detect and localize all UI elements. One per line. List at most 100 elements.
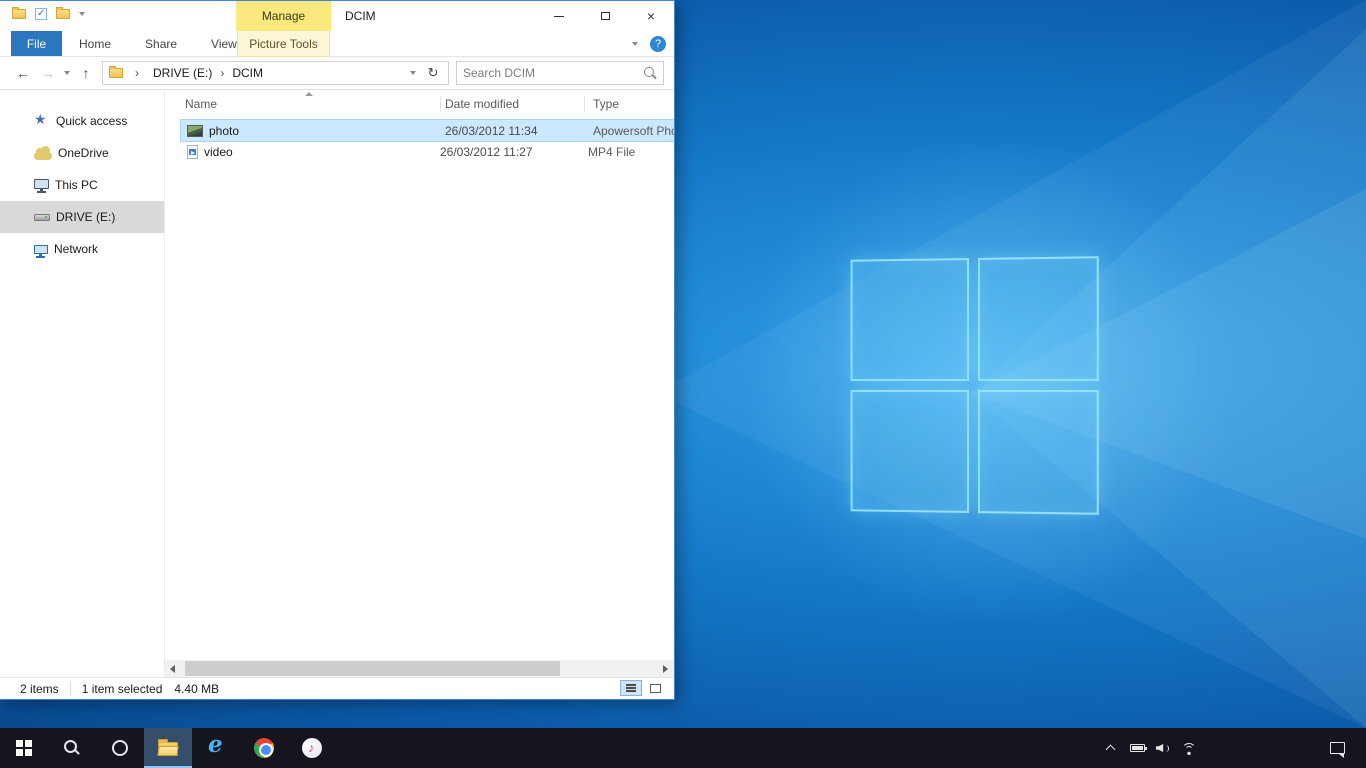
- volume-button[interactable]: [1150, 728, 1176, 768]
- breadcrumb-separator-icon: [129, 66, 145, 80]
- column-header-date-modified[interactable]: Date modified: [441, 91, 585, 117]
- column-header-name[interactable]: Name: [165, 91, 441, 117]
- itunes-icon: [302, 738, 322, 758]
- search-input[interactable]: [463, 66, 643, 80]
- drive-icon: [34, 214, 50, 221]
- video-icon: [187, 145, 198, 159]
- minimize-icon: [554, 16, 564, 17]
- windows-logo-pane: [977, 256, 1098, 381]
- pc-icon: [34, 179, 49, 189]
- breadcrumb-separator-icon: [214, 66, 230, 80]
- horizontal-scrollbar[interactable]: [165, 660, 674, 677]
- wifi-icon: [1181, 742, 1197, 755]
- wallpaper-windows-logo: [851, 256, 1099, 515]
- maximize-button[interactable]: [582, 1, 628, 31]
- search-icon: [63, 739, 81, 757]
- selection-count: 1 item selected: [82, 682, 163, 696]
- itunes-button[interactable]: [288, 728, 336, 768]
- windows-logo-pane: [977, 390, 1098, 515]
- address-bar[interactable]: DRIVE (E:) DCIM ↻: [102, 61, 449, 85]
- maximize-icon: [601, 12, 610, 20]
- thumbnails-view-icon: [650, 684, 661, 693]
- ribbon-right-controls: ?: [632, 31, 666, 57]
- action-center-button[interactable]: [1320, 728, 1354, 768]
- file-row-photo[interactable]: photo 26/03/2012 11:34 Apowersoft Pho: [181, 120, 674, 141]
- search-box: [456, 61, 664, 85]
- windows-logo-pane: [851, 390, 969, 513]
- ribbon-tab-row: File HomeShareView Picture Tools ?: [0, 31, 674, 57]
- taskbar: [0, 728, 1366, 768]
- start-button[interactable]: [0, 728, 48, 768]
- ribbon-tabs: HomeShareView: [62, 31, 254, 56]
- network-status-button[interactable]: [1176, 728, 1202, 768]
- address-dropdown-chevron-icon[interactable]: [410, 71, 416, 75]
- column-header-type[interactable]: Type: [585, 91, 674, 117]
- status-divider: [70, 682, 71, 696]
- window-main: Quick access OneDrive This PC DRIVE (E:)…: [0, 91, 674, 677]
- navigation-pane: Quick access OneDrive This PC DRIVE (E:)…: [0, 91, 165, 677]
- selection-size: 4.40 MB: [174, 682, 219, 696]
- sidebar-item-this-pc[interactable]: This PC: [0, 169, 164, 201]
- chrome-button[interactable]: [240, 728, 288, 768]
- quick-access-toolbar: [12, 8, 85, 20]
- back-button[interactable]: ←: [14, 65, 32, 81]
- scrollbar-thumb[interactable]: [185, 661, 560, 676]
- star-icon: [34, 114, 50, 129]
- view-toggle-buttons: [620, 680, 666, 696]
- file-list-pane: NameDate modifiedType photo 26/03/2012 1…: [165, 91, 674, 677]
- battery-status-button[interactable]: [1124, 728, 1150, 768]
- cortana-icon: [112, 740, 128, 756]
- forward-button[interactable]: →: [39, 65, 57, 81]
- photo-icon: [187, 125, 203, 137]
- thumbnails-view-button[interactable]: [644, 680, 666, 696]
- breadcrumb: DRIVE (E:) DCIM: [151, 66, 265, 80]
- minimize-button[interactable]: [536, 1, 582, 31]
- up-button[interactable]: ↑: [77, 65, 95, 81]
- tab-home[interactable]: Home: [62, 31, 128, 56]
- start-icon: [16, 740, 32, 756]
- customize-toolbar-chevron-icon[interactable]: [79, 12, 85, 16]
- recent-locations-chevron-icon[interactable]: [64, 71, 70, 75]
- tray-expand-button[interactable]: [1098, 728, 1124, 768]
- location-folder-icon: [109, 68, 123, 78]
- manage-context-header[interactable]: Manage: [236, 1, 331, 31]
- scroll-left-arrow-icon[interactable]: [165, 660, 182, 677]
- file-rows: photo 26/03/2012 11:34 Apowersoft Pho vi…: [165, 120, 674, 162]
- expand-ribbon-chevron-icon[interactable]: [632, 42, 638, 46]
- properties-check-icon[interactable]: [35, 8, 47, 20]
- internet-explorer-button[interactable]: [192, 728, 240, 768]
- sidebar-item-quick-access[interactable]: Quick access: [0, 105, 164, 137]
- sidebar-item-network[interactable]: Network: [0, 233, 164, 265]
- scroll-right-arrow-icon[interactable]: [657, 660, 674, 677]
- windows-logo-pane: [851, 258, 969, 381]
- status-bar: 2 items 1 item selected 4.40 MB: [0, 677, 674, 699]
- file-explorer-button[interactable]: [144, 728, 192, 768]
- tab-share[interactable]: Share: [128, 31, 194, 56]
- details-view-button[interactable]: [620, 680, 642, 696]
- window-title: DCIM: [345, 9, 376, 23]
- title-bar[interactable]: Manage DCIM ×: [0, 1, 674, 31]
- close-button[interactable]: ×: [628, 1, 674, 31]
- screen: Manage DCIM × File HomeShareView Picture…: [0, 0, 1366, 768]
- window-controls: ×: [536, 1, 674, 31]
- folder-icon[interactable]: [12, 9, 26, 19]
- file-explorer-window: Manage DCIM × File HomeShareView Picture…: [0, 0, 675, 700]
- volume-icon: [1156, 742, 1171, 754]
- address-row: ← → ↑ DRIVE (E:) DCIM: [0, 57, 674, 90]
- cortana-button[interactable]: [96, 728, 144, 768]
- file-row-video[interactable]: video 26/03/2012 11:27 MP4 File: [181, 141, 674, 162]
- chevron-up-icon: [1105, 743, 1117, 753]
- breadcrumb-drive-e[interactable]: DRIVE (E:): [151, 66, 230, 80]
- new-folder-icon[interactable]: [56, 9, 70, 19]
- sidebar-item-onedrive[interactable]: OneDrive: [0, 137, 164, 169]
- column-headers: NameDate modifiedType: [165, 91, 674, 117]
- tab-picture-tools[interactable]: Picture Tools: [237, 31, 330, 57]
- refresh-button[interactable]: ↻: [422, 65, 444, 81]
- details-view-icon: [626, 684, 636, 692]
- taskbar-search-button[interactable]: [48, 728, 96, 768]
- help-button[interactable]: ?: [650, 36, 666, 52]
- tab-file[interactable]: File: [11, 31, 62, 56]
- search-icon[interactable]: [643, 66, 657, 80]
- breadcrumb-dcim[interactable]: DCIM: [230, 66, 265, 80]
- sidebar-item-drive-e[interactable]: DRIVE (E:): [0, 201, 164, 233]
